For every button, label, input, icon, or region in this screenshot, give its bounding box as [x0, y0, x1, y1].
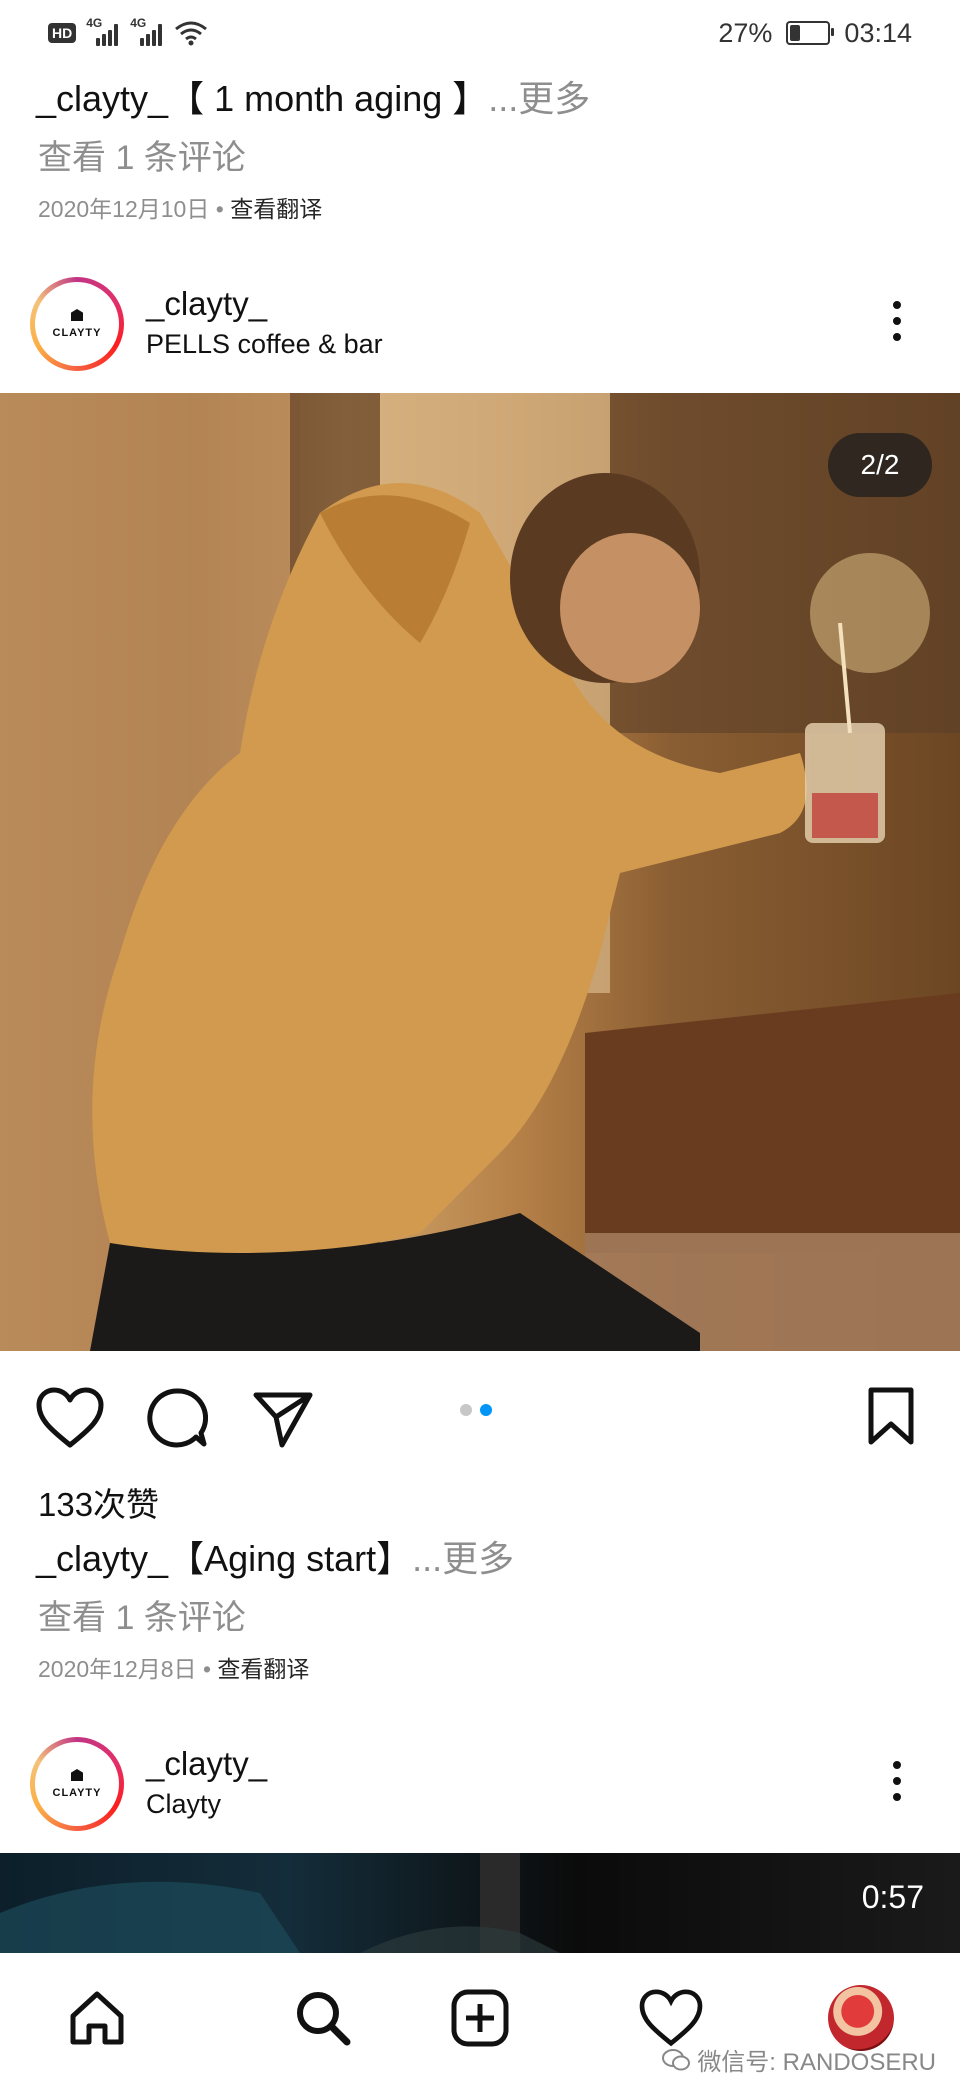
status-bar-left: HD 4G 4G [48, 16, 208, 48]
caption-text: 【 1 month aging 】 [168, 78, 489, 119]
status-bar-right: 27% 03:14 [718, 16, 912, 50]
wechat-icon [662, 2048, 691, 2070]
more-link[interactable]: ...更多 [488, 78, 590, 119]
view-comments-link[interactable]: 查看 1 条评论 [38, 130, 246, 179]
save-bookmark-icon[interactable] [868, 1387, 914, 1445]
post-caption[interactable]: _clayty_【Aging start】...更多 [36, 1530, 514, 1582]
more-options-icon[interactable] [892, 301, 902, 341]
wifi-icon [175, 21, 208, 46]
watermark-text: 微信号: RANDOSERU [697, 2049, 936, 2076]
avatar-logo-text: CLAYTY [52, 1787, 102, 1799]
post-video[interactable]: 0:57 [0, 1853, 960, 1953]
carousel-dots [460, 1404, 492, 1416]
signal-icon: 4G [130, 16, 164, 46]
post-header: CLAYTY _clayty_ PELLS coffee & bar [0, 263, 960, 393]
separator-dot: • [215, 196, 224, 222]
post-dateline: 2020年12月10日 • 查看翻译 [38, 190, 322, 224]
carousel-dot [460, 1404, 472, 1416]
search-icon[interactable] [288, 1983, 358, 2053]
caption-username[interactable]: _clayty_ [36, 1538, 168, 1579]
caption-text: 【Aging start】 [168, 1538, 413, 1579]
clock: 03:14 [844, 17, 912, 48]
battery-level [790, 25, 801, 41]
hd-badge: HD [48, 23, 77, 43]
video-thumbnail [0, 1853, 560, 1953]
translate-link[interactable]: 查看翻译 [217, 1656, 309, 1682]
comment-icon[interactable] [146, 1387, 208, 1449]
post-location[interactable]: PELLS coffee & bar [146, 329, 383, 360]
add-post-icon[interactable] [445, 1983, 515, 2053]
post-caption[interactable]: _clayty_【 1 month aging 】...更多 [36, 70, 590, 122]
like-count[interactable]: 133次赞 [38, 1478, 159, 1526]
home-icon[interactable] [62, 1983, 132, 2053]
network-type-label: 4G [130, 16, 147, 30]
battery-percent: 27% [718, 17, 773, 48]
carousel-dot [480, 1404, 492, 1416]
battery-icon [786, 21, 835, 45]
post-location[interactable]: Clayty [146, 1789, 221, 1820]
post-username[interactable]: _clayty_ [146, 285, 267, 323]
post-username[interactable]: _clayty_ [146, 1745, 267, 1783]
wechat-watermark: 微信号: RANDOSERU [661, 2042, 936, 2077]
more-link[interactable]: ...更多 [412, 1538, 514, 1579]
video-duration: 0:57 [861, 1879, 924, 1915]
more-options-icon[interactable] [892, 1761, 902, 1801]
photo-scene [0, 393, 960, 1351]
status-bar: HD 4G 4G 27% 03:14 [0, 0, 960, 66]
post-date: 2020年12月8日 [38, 1656, 197, 1682]
signal-icon: 4G [86, 16, 120, 46]
caption-username[interactable]: _clayty_ [36, 78, 168, 119]
like-heart-icon[interactable] [36, 1387, 104, 1449]
translate-link[interactable]: 查看翻译 [230, 196, 322, 222]
network-type-label: 4G [86, 16, 103, 30]
post-photo[interactable]: 2/2 [0, 393, 960, 1351]
view-comments-link[interactable]: 查看 1 条评论 [38, 1590, 246, 1639]
avatar[interactable]: CLAYTY [30, 277, 124, 371]
post-date: 2020年12月10日 [38, 196, 210, 222]
carousel-counter: 2/2 [828, 433, 932, 497]
post-dateline: 2020年12月8日 • 查看翻译 [38, 1650, 309, 1684]
separator-dot: • [202, 1656, 211, 1682]
brand-logo-icon [71, 1769, 83, 1781]
post-header: CLAYTY _clayty_ Clayty [0, 1723, 960, 1853]
avatar[interactable]: CLAYTY [30, 1737, 124, 1831]
avatar-logo-text: CLAYTY [52, 327, 102, 339]
share-send-icon[interactable] [252, 1389, 314, 1449]
brand-logo-icon [71, 309, 83, 321]
